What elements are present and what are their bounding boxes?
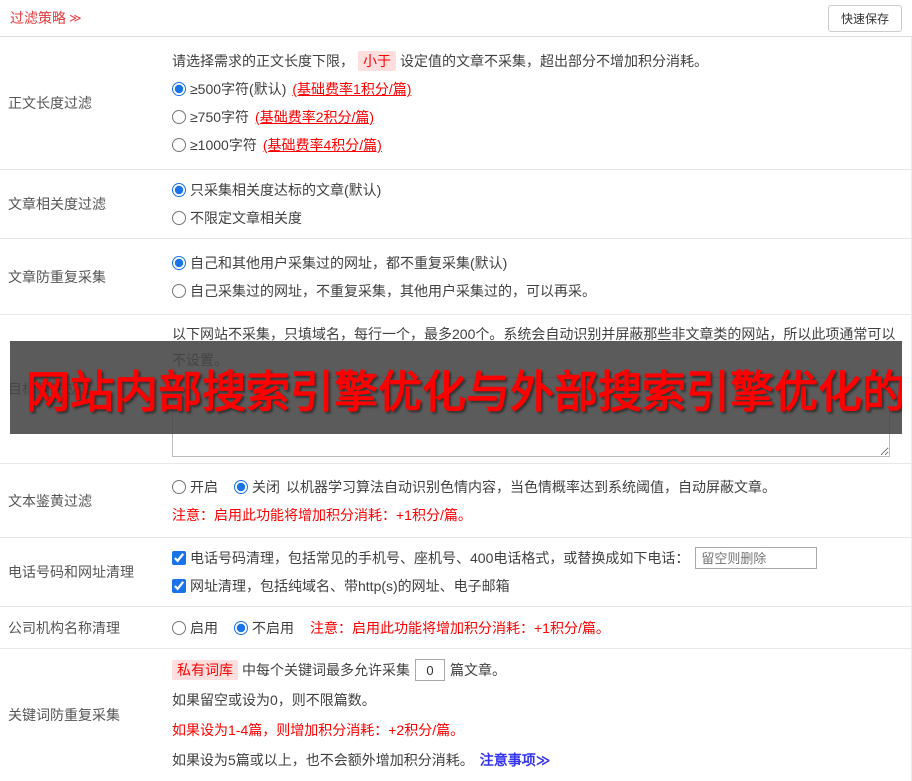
keyword-limit-suffix: 篇文章。 (450, 662, 506, 678)
replacement-phone-input[interactable] (695, 547, 818, 569)
row-label-relevance: 文章相关度过滤 (8, 196, 106, 212)
length-1000-radio[interactable] (172, 138, 186, 152)
row-label-porn-filter: 文本鉴黄过滤 (8, 492, 92, 509)
row-content: 只采集相关度达标的文章(默认) 不限定文章相关度 (172, 170, 911, 238)
length-750-radio[interactable] (172, 110, 186, 124)
keyword-limit-mid: 中每个关键词最多允许采集 (242, 662, 410, 678)
length-intro-suffix: 设定值的文章不采集，超出部分不增加积分消耗。 (400, 53, 708, 69)
row-content: 启用 不启用 注意：启用此功能将增加积分消耗：+1积分/篇。 (172, 607, 911, 648)
length-intro-prefix: 请选择需求的正文长度下限， (172, 53, 354, 69)
length-option-1000[interactable]: ≥1000字符 (基础费率4积分/篇) (172, 131, 897, 159)
length-option-750[interactable]: ≥750字符 (基础费率2积分/篇) (172, 103, 897, 131)
row-label-company: 公司机构名称清理 (8, 619, 120, 636)
keyword-max-count-input[interactable] (415, 659, 445, 681)
dedup-self-label: 自己采集过的网址，不重复采集，其他用户采集过的，可以再采。 (190, 282, 596, 299)
length-750-fee-note: (基础费率2积分/篇) (255, 109, 375, 125)
company-disable-radio[interactable] (234, 620, 248, 635)
company-enable-radio[interactable] (172, 620, 186, 635)
row-content: 电话号码清理，包括常见的手机号、座机号、400电话格式，或替换成如下电话： 网址… (172, 538, 911, 606)
page-title: 过滤策略 (10, 10, 66, 26)
phone-cleanup-label: 电话号码清理，包括常见的手机号、座机号、400电话格式，或替换成如下电话： (190, 550, 690, 566)
dedup-global-label: 自己和其他用户采集过的网址，都不重复采集(默认) (190, 254, 508, 271)
relevance-strict-radio[interactable] (172, 183, 186, 197)
overlay-banner-text: 网站内部搜索引擎优化与外部搜索引擎优化的 (26, 367, 902, 417)
company-cleanup-options: 启用 不启用 注意：启用此功能将增加积分消耗：+1积分/篇。 (172, 614, 897, 642)
dedup-global-radio[interactable] (172, 255, 186, 270)
filter-strategy-toggle[interactable]: 过滤策略 ≫ (10, 8, 82, 28)
page-header: 过滤策略 ≫ 快速保存 (0, 0, 912, 37)
company-enable-label: 启用 (190, 619, 218, 636)
row-dedup-collection: 文章防重复采集 自己和其他用户采集过的网址，都不重复采集(默认) 自己采集过的网… (0, 239, 911, 315)
row-keyword-dedup: 关键词防重复采集 私有词库 中每个关键词最多允许采集 篇文章。 如果留空或设为0… (0, 649, 911, 781)
dedup-option-global[interactable]: 自己和其他用户采集过的网址，都不重复采集(默认) (172, 249, 897, 277)
length-500-fee-note: (基础费率1积分/篇) (292, 81, 412, 97)
company-disable-label: 不启用 (252, 619, 294, 636)
phone-cleanup-option[interactable]: 电话号码清理，包括常见的手机号、座机号、400电话格式，或替换成如下电话： (172, 548, 689, 568)
length-option-500[interactable]: ≥500字符(默认) (基础费率1积分/篇) (172, 75, 897, 103)
porn-filter-off-radio[interactable] (234, 479, 248, 494)
porn-filter-on-option[interactable]: 开启 (172, 477, 218, 497)
keyword-limit-line: 私有词库 中每个关键词最多允许采集 篇文章。 (172, 655, 897, 685)
row-content: 私有词库 中每个关键词最多允许采集 篇文章。 如果留空或设为0，则不限篇数。 如… (172, 649, 911, 781)
keyword-note-5plus-line: 如果设为5篇或以上，也不会额外增加积分消耗。 注意事项≫ (172, 745, 897, 775)
overlay-banner: 网站内部搜索引擎优化与外部搜索引擎优化的 (10, 341, 902, 434)
row-content: 请选择需求的正文长度下限， 小于 设定值的文章不采集，超出部分不增加积分消耗。 … (172, 37, 911, 169)
chevron-double-icon: ≫ (69, 11, 82, 25)
porn-filter-off-option[interactable]: 关闭 (234, 477, 280, 497)
relevance-option-any[interactable]: 不限定文章相关度 (172, 204, 897, 232)
private-lexicon-highlight: 私有词库 (172, 660, 238, 680)
company-disable-option[interactable]: 不启用 (234, 618, 294, 638)
porn-filter-on-radio[interactable] (172, 479, 186, 494)
length-500-radio[interactable] (172, 82, 186, 96)
row-company-name-cleanup: 公司机构名称清理 启用 不启用 注意：启用此功能将增加积分消耗：+1积分/篇。 (0, 607, 911, 649)
row-phone-url-cleanup: 电话号码和网址清理 电话号码清理，包括常见的手机号、座机号、400电话格式，或替… (0, 538, 911, 607)
row-label-keyword: 关键词防重复采集 (8, 707, 120, 723)
row-content: 自己和其他用户采集过的网址，都不重复采集(默认) 自己采集过的网址，不重复采集，… (172, 239, 911, 314)
porn-filter-options: 开启 关闭 以机器学习算法自动识别色情内容，当色情概率达到系统阈值，自动屏蔽文章… (172, 473, 897, 501)
keyword-note-1-4: 如果设为1-4篇，则增加积分消耗：+2积分/篇。 (172, 722, 465, 738)
relevance-any-label: 不限定文章相关度 (190, 210, 302, 226)
keyword-note-5plus: 如果设为5篇或以上，也不会额外增加积分消耗。 (172, 752, 474, 768)
company-enable-option[interactable]: 启用 (172, 618, 218, 638)
url-cleanup-label: 网址清理，包括纯域名、带http(s)的网址、电子邮箱 (190, 578, 510, 594)
porn-filter-off-label: 关闭 (252, 478, 280, 495)
length-1000-label: ≥1000字符 (190, 137, 257, 153)
less-than-highlight: 小于 (358, 51, 396, 71)
porn-filter-cost-note: 注意：启用此功能将增加积分消耗：+1积分/篇。 (172, 506, 472, 523)
phone-cleanup-line: 电话号码清理，包括常见的手机号、座机号、400电话格式，或替换成如下电话： (172, 544, 897, 572)
company-cost-note: 注意：启用此功能将增加积分消耗：+1积分/篇。 (310, 619, 610, 636)
url-cleanup-checkbox[interactable] (172, 579, 186, 593)
porn-filter-desc: 以机器学习算法自动识别色情内容，当色情概率达到系统阈值，自动屏蔽文章。 (286, 478, 776, 495)
relevance-strict-label: 只采集相关度达标的文章(默认) (190, 182, 382, 198)
filter-settings-page: 过滤策略 ≫ 快速保存 正文长度过滤 请选择需求的正文长度下限， 小于 设定值的… (0, 0, 912, 781)
relevance-any-radio[interactable] (172, 211, 186, 225)
relevance-option-strict[interactable]: 只采集相关度达标的文章(默认) (172, 176, 897, 204)
url-cleanup-option[interactable]: 网址清理，包括纯域名、带http(s)的网址、电子邮箱 (172, 572, 897, 600)
row-porn-filter: 文本鉴黄过滤 开启 关闭 以机器学习算法自动识别色情内容，当色情概率达到系统阈值… (0, 464, 911, 538)
notice-link[interactable]: 注意事项≫ (480, 750, 551, 770)
row-label-content-length: 正文长度过滤 (8, 95, 92, 111)
dedup-option-self[interactable]: 自己采集过的网址，不重复采集，其他用户采集过的，可以再采。 (172, 277, 897, 305)
row-label-dedup: 文章防重复采集 (8, 268, 106, 285)
row-content: 开启 关闭 以机器学习算法自动识别色情内容，当色情概率达到系统阈值，自动屏蔽文章… (172, 464, 911, 537)
porn-filter-on-label: 开启 (190, 478, 218, 495)
keyword-note-zero: 如果留空或设为0，则不限篇数。 (172, 692, 376, 708)
dedup-self-radio[interactable] (172, 283, 186, 298)
row-relevance-filter: 文章相关度过滤 只采集相关度达标的文章(默认) 不限定文章相关度 (0, 170, 911, 239)
length-500-label: ≥500字符(默认) (190, 81, 287, 97)
row-label-phone-url: 电话号码和网址清理 (8, 564, 134, 580)
phone-cleanup-checkbox[interactable] (172, 551, 186, 565)
row-content-length-filter: 正文长度过滤 请选择需求的正文长度下限， 小于 设定值的文章不采集，超出部分不增… (0, 37, 911, 170)
quick-save-button[interactable]: 快速保存 (827, 4, 902, 32)
length-intro: 请选择需求的正文长度下限， 小于 设定值的文章不采集，超出部分不增加积分消耗。 (172, 47, 897, 75)
length-750-label: ≥750字符 (190, 109, 250, 125)
length-1000-fee-note: (基础费率4积分/篇) (262, 137, 382, 153)
